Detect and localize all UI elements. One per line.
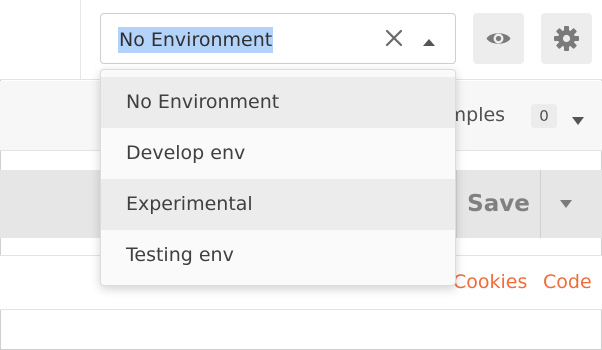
save-button[interactable]: Save (456, 170, 540, 238)
environment-option-experimental[interactable]: Experimental (101, 179, 455, 230)
header-divider (80, 0, 81, 80)
close-icon[interactable] (383, 27, 405, 49)
examples-count-badge: 0 (531, 104, 557, 128)
save-options-button[interactable] (540, 170, 592, 238)
environment-dropdown-menu: No Environment Develop env Experimental … (100, 69, 456, 286)
cookies-link[interactable]: Cookies (453, 271, 527, 293)
environment-option-testing-env[interactable]: Testing env (101, 230, 455, 281)
environment-header: No Environment (0, 0, 602, 80)
environment-selected-value[interactable]: No Environment (118, 27, 274, 53)
environment-quick-look-button[interactable] (473, 13, 524, 64)
environment-option-no-environment[interactable]: No Environment (101, 77, 455, 128)
settings-button[interactable] (541, 13, 592, 64)
environment-option-develop-env[interactable]: Develop env (101, 128, 455, 179)
chevron-up-icon[interactable] (421, 33, 437, 46)
chevron-down-icon[interactable] (571, 111, 585, 125)
code-link[interactable]: Code (543, 271, 592, 293)
environment-selector[interactable]: No Environment (100, 13, 456, 64)
